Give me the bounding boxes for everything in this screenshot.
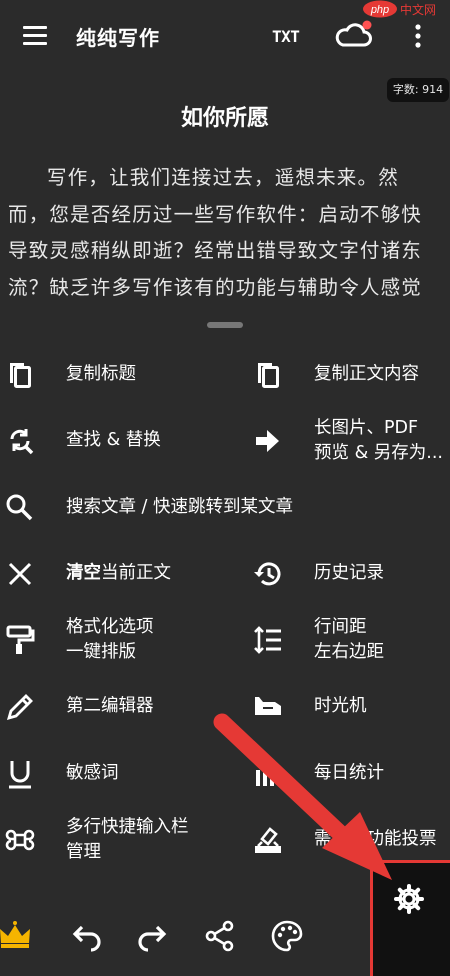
crown-icon[interactable]	[0, 919, 32, 953]
bar-chart-icon	[256, 764, 274, 786]
paint-roller-icon	[6, 625, 35, 654]
sheet-drag-handle[interactable]	[207, 322, 243, 328]
clear-body-label: 清空当前正文	[66, 563, 171, 583]
copy-title-label: 复制标题	[66, 364, 136, 384]
history-item[interactable]: 历史记录	[252, 549, 450, 599]
feature-vote-label: 需求式功能投票	[314, 829, 437, 849]
txt-export-button[interactable]: TXT	[272, 27, 300, 46]
close-icon	[8, 562, 32, 586]
spacing-label-1: 行间距	[314, 617, 367, 637]
shortcut-label-1: 多行快捷输入栏	[66, 817, 189, 837]
history-label: 历史记录	[314, 563, 384, 583]
watermark-logo: php 中文网	[362, 0, 450, 20]
copy-title-item[interactable]: 复制标题	[4, 350, 234, 400]
sensitive-words-item[interactable]: 敏感词	[4, 749, 234, 799]
long-image-label-1: 长图片、PDF	[314, 418, 419, 438]
svg-text:php: php	[370, 4, 389, 16]
second-editor-item[interactable]: 第二编辑器	[4, 682, 234, 732]
search-icon	[6, 494, 33, 521]
daily-stats-item[interactable]: 每日统计	[252, 749, 450, 799]
undo-icon[interactable]	[69, 919, 103, 953]
time-machine-label: 时光机	[314, 696, 367, 716]
command-icon	[5, 829, 35, 851]
find-replace-item[interactable]: 查找 & 替换	[4, 416, 234, 466]
spacing-label-2: 左右边距	[314, 642, 384, 662]
underline-icon	[9, 761, 31, 789]
history-icon	[254, 562, 281, 586]
more-options-icon[interactable]	[406, 22, 430, 52]
top-app-bar: 纯纯写作 TXT php 中文网	[0, 0, 450, 72]
find-replace-label: 查找 & 替换	[66, 430, 161, 450]
bottom-sheet-menu: 复制标题 复制正文内容 查找 & 替换 长图片、PDF 预览 & 另存为...	[0, 312, 450, 897]
redo-icon[interactable]	[136, 919, 170, 953]
format-item[interactable]: 格式化选项 一键排版	[4, 615, 234, 665]
gear-icon	[394, 884, 424, 914]
search-articles-item[interactable]: 搜索文章 / 快速跳转到某文章	[4, 483, 424, 533]
svg-text:中文网: 中文网	[400, 2, 436, 17]
daily-stats-label: 每日统计	[314, 763, 384, 783]
document-body[interactable]: 写作，让我们连接过去，遥想未来。然而，您是否经历过一些写作软件：启动不够快导致灵…	[8, 160, 438, 310]
search-articles-label: 搜索文章 / 快速跳转到某文章	[66, 497, 294, 517]
shortcut-bar-item[interactable]: 多行快捷输入栏 管理	[4, 815, 234, 865]
vote-icon	[255, 827, 281, 853]
long-image-label-2: 预览 & 另存为...	[314, 443, 443, 463]
palette-icon[interactable]	[270, 919, 304, 953]
menu-icon[interactable]	[20, 24, 50, 48]
copy-icon	[10, 363, 31, 388]
arrow-right-icon	[256, 430, 279, 452]
sensitive-words-label: 敏感词	[66, 763, 119, 783]
app-title: 纯纯写作	[76, 26, 160, 50]
format-label-2: 一键排版	[66, 642, 136, 662]
copy-body-item[interactable]: 复制正文内容	[252, 350, 450, 400]
feature-vote-item[interactable]: 需求式功能投票	[252, 815, 450, 865]
word-count-badge: 字数: 914	[387, 78, 449, 102]
second-editor-label: 第二编辑器	[66, 696, 154, 716]
line-spacing-icon	[254, 626, 281, 654]
time-machine-item[interactable]: 时光机	[252, 682, 450, 732]
copy-body-label: 复制正文内容	[314, 364, 419, 384]
clear-body-item[interactable]: 清空当前正文	[4, 549, 234, 599]
time-machine-icon	[255, 697, 281, 715]
format-label-1: 格式化选项	[66, 617, 154, 637]
long-image-pdf-item[interactable]: 长图片、PDF 预览 & 另存为...	[252, 416, 450, 466]
settings-button[interactable]	[370, 860, 450, 976]
copy-icon	[258, 363, 279, 388]
spacing-item[interactable]: 行间距 左右边距	[252, 615, 450, 665]
cloud-sync-icon[interactable]	[334, 18, 374, 52]
document-title[interactable]: 如你所愿	[0, 100, 450, 132]
pencil-icon	[6, 694, 33, 721]
share-icon[interactable]	[203, 919, 237, 953]
find-replace-icon	[10, 429, 34, 455]
shortcut-label-2: 管理	[66, 842, 101, 862]
